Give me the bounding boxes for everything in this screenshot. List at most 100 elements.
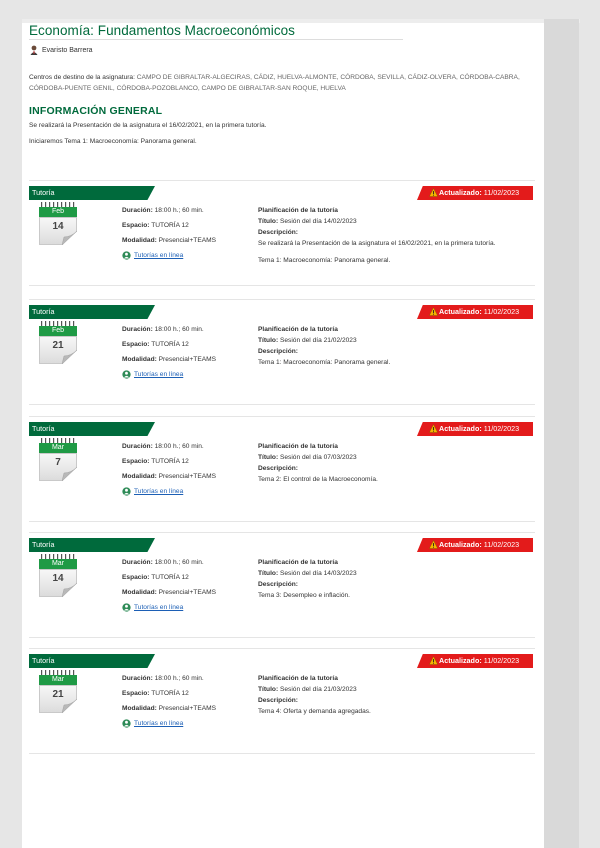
planning-heading: Planificación de la tutoría (258, 675, 338, 682)
mode-row: Modalidad: Presencial+TEAMS (122, 589, 216, 596)
calendar-icon: Feb 21 (39, 321, 77, 365)
space-value: TUTORÍA 12 (151, 574, 189, 581)
space-row: Espacio: TUTORÍA 12 (122, 222, 189, 229)
calendar-month: Mar (39, 675, 77, 685)
updated-date: 11/02/2023 (483, 307, 520, 316)
plan-description-label: Descripción: (258, 465, 298, 472)
tutorial-card: Tutoría Actualizado: 11/02/2023 Feb 21 D… (29, 299, 535, 405)
planning-label: Planificación de la tutoría (258, 559, 338, 566)
planning-label: Planificación de la tutoría (258, 207, 338, 214)
mode-value: Presencial+TEAMS (158, 705, 217, 712)
duration-row: Duración: 18:00 h.; 60 min. (122, 559, 204, 566)
general-info-line-1: Se realizará la Presentación de la asign… (29, 122, 267, 129)
updated-label: Actualizado: (439, 307, 482, 316)
duration-row: Duración: 18:00 h.; 60 min. (122, 675, 204, 682)
online-tutorial-link[interactable]: Tutorías en línea (122, 251, 183, 260)
calendar-icon: Mar 21 (39, 670, 77, 714)
online-tutorial-link[interactable]: Tutorías en línea (122, 719, 183, 728)
online-tutorial-link-text[interactable]: Tutorías en línea (134, 720, 183, 727)
planning-heading: Planificación de la tutoría (258, 326, 338, 333)
plan-description-heading: Descripción: (258, 229, 298, 236)
planning-heading: Planificación de la tutoría (258, 559, 338, 566)
planning-label: Planificación de la tutoría (258, 675, 338, 682)
updated-badge: Actualizado: 11/02/2023 (417, 654, 533, 668)
tutorial-card: Tutoría Actualizado: 11/02/2023 Mar 7 Du… (29, 416, 535, 522)
plan-description-heading: Descripción: (258, 697, 298, 704)
plan-title-label: Título: (258, 337, 279, 344)
plan-title-value: Sesión del día 21/02/2023 (279, 337, 357, 344)
mode-label: Modalidad: (122, 473, 157, 480)
plan-description-line-1: Se realizará la Presentación de la asign… (258, 240, 496, 247)
space-value: TUTORÍA 12 (151, 458, 189, 465)
duration-label: Duración: (122, 443, 153, 450)
page-curl-icon (62, 350, 77, 364)
online-tutorial-link[interactable]: Tutorías en línea (122, 487, 183, 496)
updated-badge: Actualizado: 11/02/2023 (417, 305, 533, 319)
tutorial-tag: Tutoría (29, 186, 155, 200)
online-tutorial-link[interactable]: Tutorías en línea (122, 370, 183, 379)
centers-label: Centros de destino de la asignatura: (29, 74, 135, 81)
plan-description-line-1: Tema 3: Desempleo e inflación. (258, 592, 350, 599)
destination-centers: Centros de destino de la asignatura: CAM… (29, 72, 529, 94)
course-title: Economía: Fundamentos Macroeconómicos (29, 23, 295, 38)
plan-title-row: Título: Sesión del día 21/03/2023 (258, 686, 357, 693)
calendar-icon: Mar 14 (39, 554, 77, 598)
mode-value: Presencial+TEAMS (158, 473, 217, 480)
mode-label: Modalidad: (122, 589, 157, 596)
teacher-avatar-icon (30, 45, 38, 55)
plan-description-label: Descripción: (258, 348, 298, 355)
online-globe-icon (122, 487, 131, 496)
warning-icon (429, 307, 438, 316)
updated-label: Actualizado: (439, 656, 482, 665)
online-tutorial-link-text[interactable]: Tutorías en línea (134, 371, 183, 378)
calendar-month: Feb (39, 326, 77, 336)
planning-label: Planificación de la tutoría (258, 443, 338, 450)
online-globe-icon (122, 370, 131, 379)
general-info-line-2: Iniciaremos Tema 1: Macroeconomía: Panor… (29, 138, 197, 145)
duration-label: Duración: (122, 207, 153, 214)
page-curl-icon (62, 231, 77, 245)
mode-row: Modalidad: Presencial+TEAMS (122, 237, 216, 244)
plan-description-line-1: Tema 1: Macroeconomía: Panorama general. (258, 359, 391, 366)
tutorial-card: Tutoría Actualizado: 11/02/2023 Mar 21 D… (29, 648, 535, 754)
plan-title-label: Título: (258, 686, 279, 693)
duration-value: 18:00 h.; 60 min. (154, 207, 204, 214)
duration-label: Duración: (122, 675, 153, 682)
calendar-month: Mar (39, 559, 77, 569)
page: Economía: Fundamentos Macroeconómicos Ev… (22, 19, 580, 848)
plan-description-line-1: Tema 4: Oferta y demanda agregadas. (258, 708, 371, 715)
centers-line-2: CÓRDOBA-PUENTE GENIL, CÓRDOBA-POZOBLANCO… (29, 85, 346, 92)
plan-description-heading: Descripción: (258, 581, 298, 588)
mode-row: Modalidad: Presencial+TEAMS (122, 473, 216, 480)
tutorial-tag: Tutoría (29, 538, 155, 552)
tutorial-card: Tutoría Actualizado: 11/02/2023 Feb 14 D… (29, 180, 535, 286)
planning-heading: Planificación de la tutoría (258, 207, 338, 214)
tutorial-tag: Tutoría (29, 305, 155, 319)
online-tutorial-link[interactable]: Tutorías en línea (122, 603, 183, 612)
plan-title-row: Título: Sesión del día 14/03/2023 (258, 570, 357, 577)
online-tutorial-link-text[interactable]: Tutorías en línea (134, 488, 183, 495)
updated-badge: Actualizado: 11/02/2023 (417, 422, 533, 436)
updated-badge: Actualizado: 11/02/2023 (417, 538, 533, 552)
teacher-name[interactable]: Evaristo Barrera (42, 47, 93, 54)
updated-label: Actualizado: (439, 188, 482, 197)
updated-date: 11/02/2023 (483, 656, 520, 665)
online-globe-icon (122, 603, 131, 612)
page-curl-icon (62, 583, 77, 597)
online-tutorial-link-text[interactable]: Tutorías en línea (134, 604, 183, 611)
plan-description-heading: Descripción: (258, 348, 298, 355)
duration-value: 18:00 h.; 60 min. (154, 675, 204, 682)
online-tutorial-link-text[interactable]: Tutorías en línea (134, 252, 183, 259)
space-row: Espacio: TUTORÍA 12 (122, 341, 189, 348)
plan-description-label: Descripción: (258, 229, 298, 236)
plan-description-label: Descripción: (258, 697, 298, 704)
right-scroll-gutter (544, 19, 579, 848)
plan-title-value: Sesión del día 14/03/2023 (279, 570, 357, 577)
space-label: Espacio: (122, 574, 150, 581)
teacher[interactable]: Evaristo Barrera (30, 45, 93, 55)
mode-row: Modalidad: Presencial+TEAMS (122, 356, 216, 363)
calendar-icon: Mar 7 (39, 438, 77, 482)
plan-title-value: Sesión del día 07/03/2023 (279, 454, 357, 461)
space-value: TUTORÍA 12 (151, 222, 189, 229)
general-info-heading: INFORMACIÓN GENERAL (29, 105, 163, 117)
